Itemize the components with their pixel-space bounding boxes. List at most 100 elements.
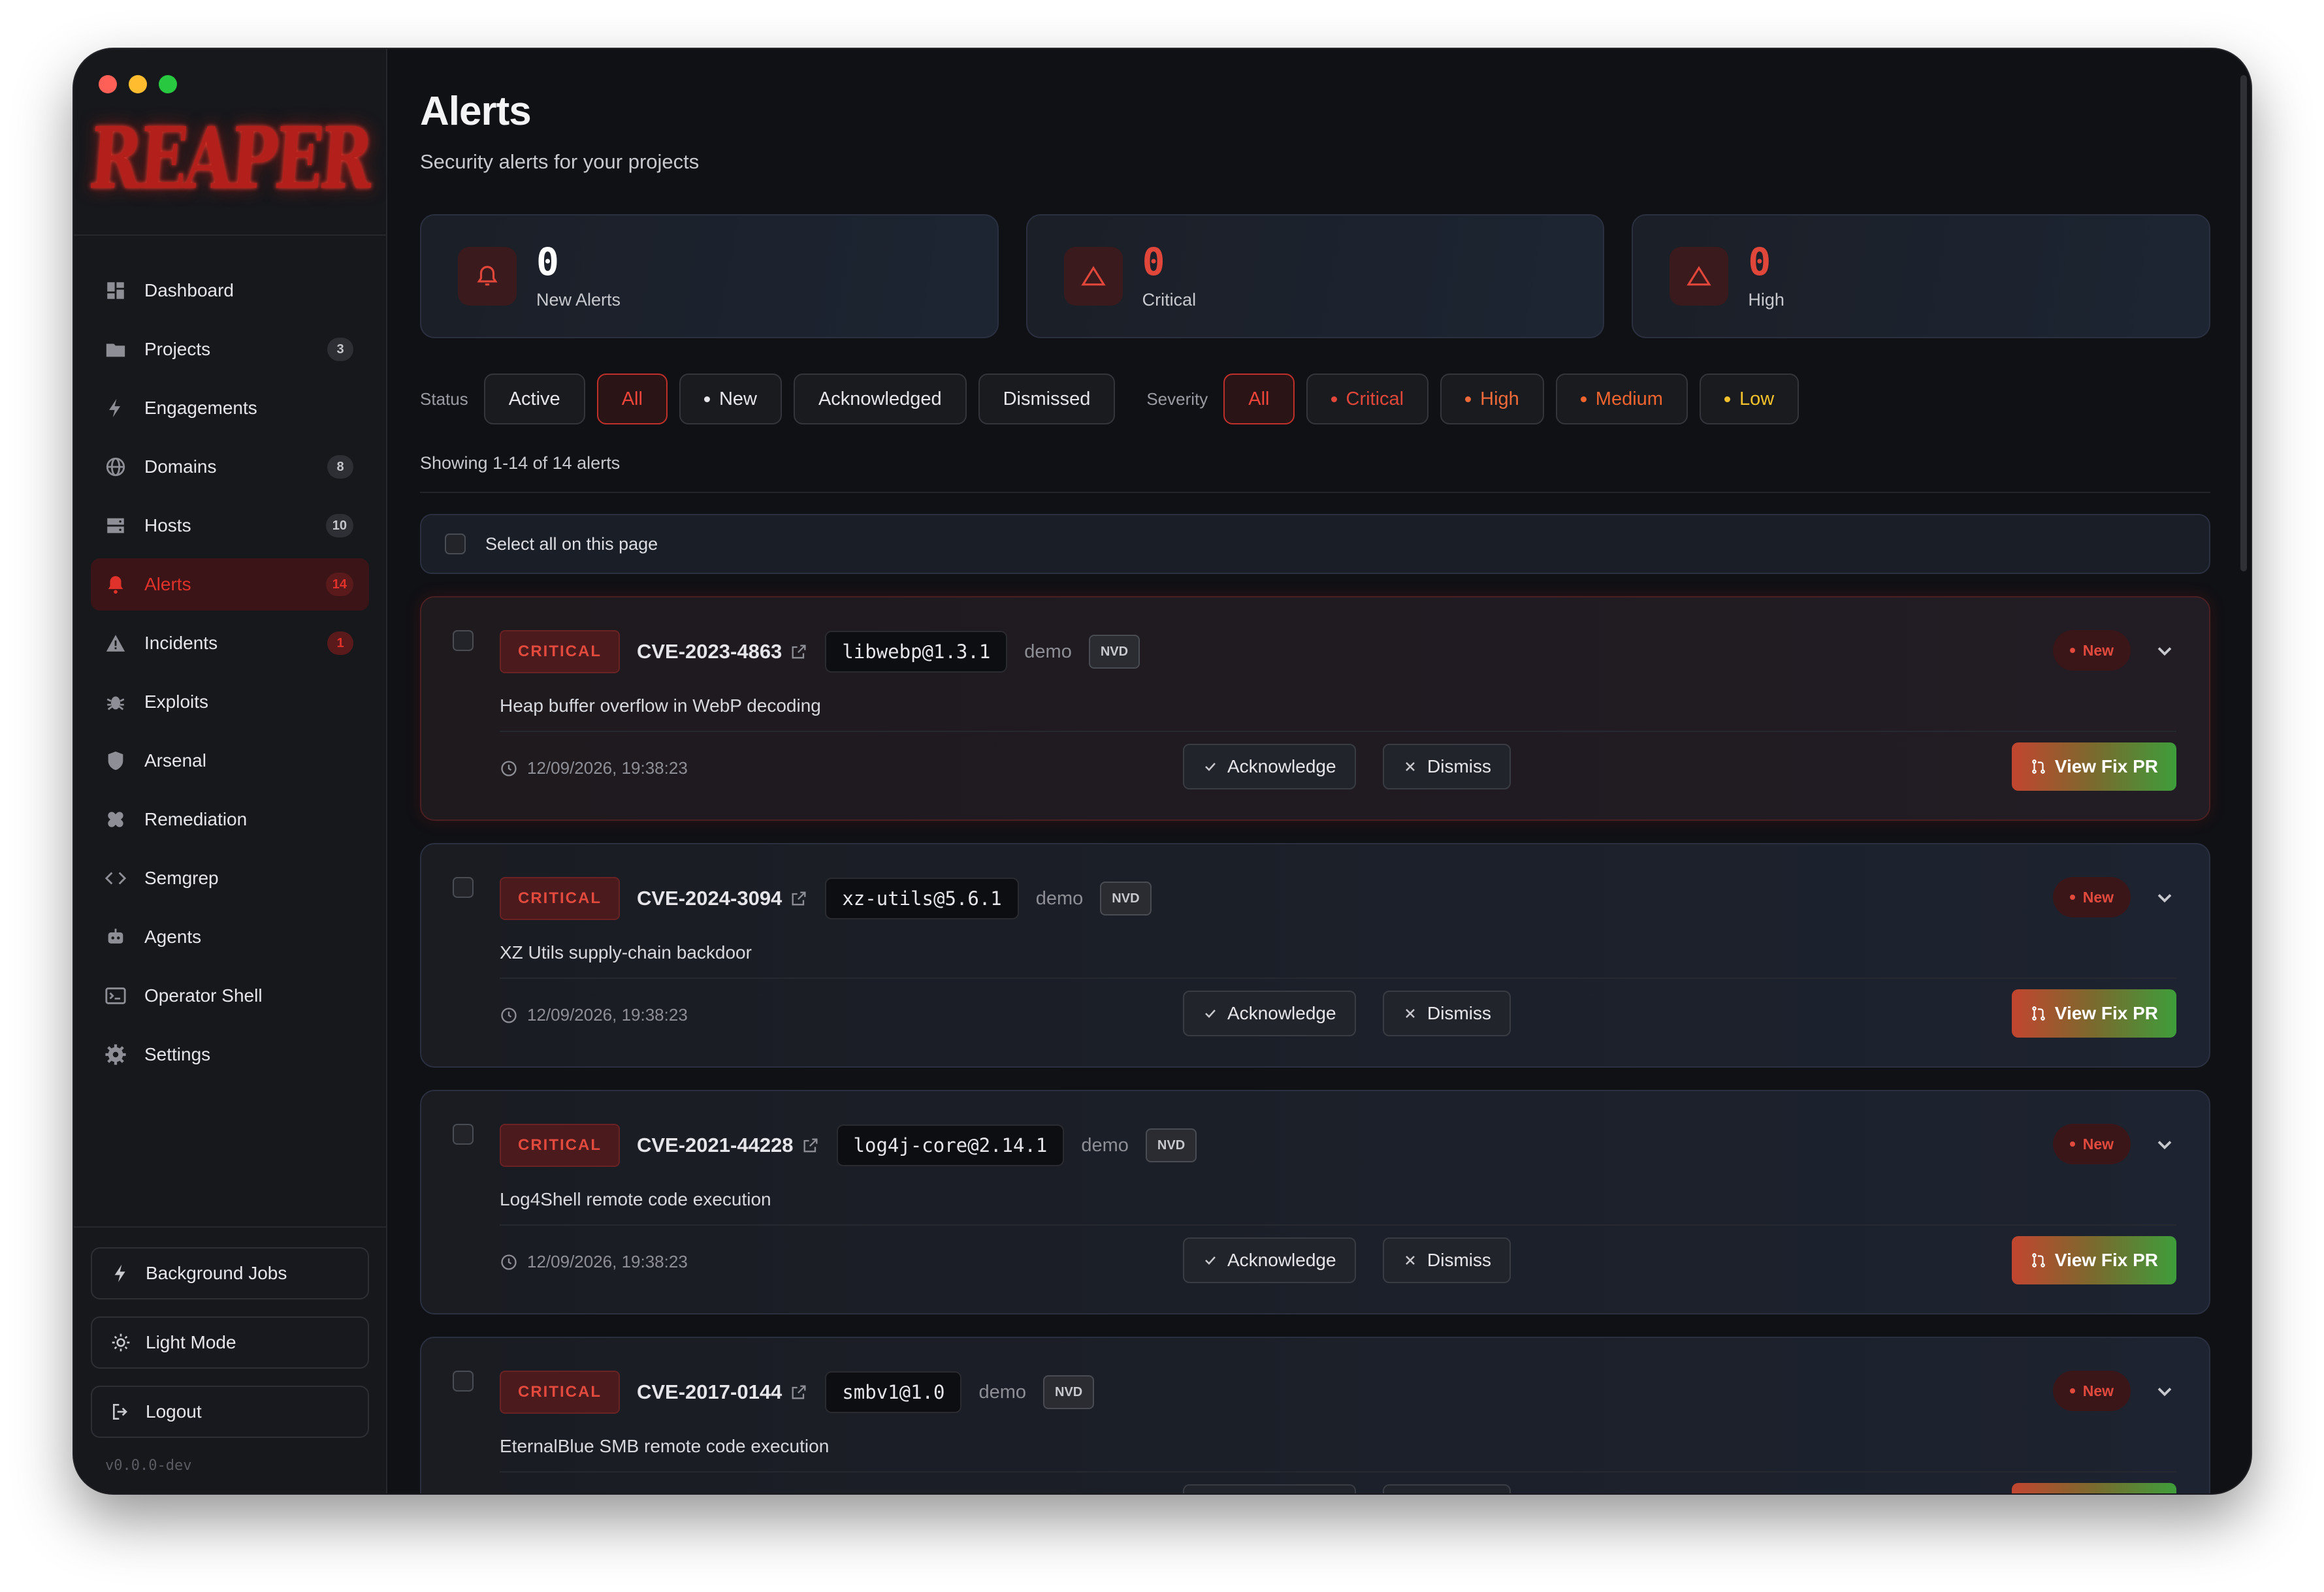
- dismiss-button[interactable]: Dismiss: [1383, 1484, 1511, 1493]
- pull-request-icon: [2032, 759, 2045, 774]
- sidebar-item-semgrep[interactable]: Semgrep: [91, 852, 369, 904]
- sidebar-item-dashboard[interactable]: Dashboard: [91, 264, 369, 317]
- button-label: Dismiss: [1427, 1250, 1491, 1270]
- alert-checkbox[interactable]: [453, 630, 474, 651]
- sidebar-item-label: Agents: [144, 927, 202, 947]
- count-badge: 1: [327, 631, 353, 655]
- code-icon: [104, 867, 127, 890]
- sidebar-item-operator-shell[interactable]: Operator Shell: [91, 970, 369, 1022]
- count-badge: 8: [327, 455, 353, 479]
- dismiss-button[interactable]: Dismiss: [1383, 1237, 1511, 1283]
- dismiss-button[interactable]: Dismiss: [1383, 991, 1511, 1036]
- sun-icon: [110, 1332, 131, 1353]
- bolt-icon: [104, 396, 127, 420]
- severity-filter-low[interactable]: Low: [1699, 374, 1799, 424]
- close-window-button[interactable]: [99, 75, 117, 93]
- package-name: xz-utils@5.6.1: [825, 878, 1019, 919]
- alert-description: Heap buffer overflow in WebP decoding: [500, 695, 2176, 732]
- alerts-list: CRITICAL CVE-2023-4863 libwebp@1.3.1 dem…: [420, 596, 2210, 1493]
- dot-icon: [703, 396, 710, 402]
- dot-icon: [1580, 396, 1587, 402]
- view-fix-pr-button[interactable]: View Fix PR: [2011, 1483, 2176, 1493]
- alert-checkbox[interactable]: [453, 1124, 474, 1145]
- status-filter-dismissed[interactable]: Dismissed: [978, 374, 1116, 424]
- close-icon: [1406, 1009, 1415, 1018]
- view-fix-pr-button[interactable]: View Fix PR: [2011, 1236, 2176, 1284]
- pull-request-icon: [2032, 1006, 2045, 1021]
- severity-badge: CRITICAL: [500, 1124, 620, 1167]
- sidebar-item-hosts[interactable]: Hosts 10: [91, 500, 369, 552]
- acknowledge-button[interactable]: Acknowledge: [1183, 991, 1356, 1036]
- view-fix-pr-button[interactable]: View Fix PR: [2011, 989, 2176, 1038]
- alert-header: CRITICAL CVE-2023-4863 libwebp@1.3.1 dem…: [500, 630, 2176, 673]
- cve-id[interactable]: CVE-2017-0144: [637, 1380, 782, 1404]
- timestamp-text: 12/09/2026, 19:38:23: [527, 758, 688, 778]
- status-filter-active[interactable]: Active: [483, 374, 585, 424]
- alert-checkbox[interactable]: [453, 877, 474, 898]
- acknowledge-button[interactable]: Acknowledge: [1183, 1237, 1356, 1283]
- minimize-window-button[interactable]: [129, 75, 147, 93]
- bandage-icon: [104, 808, 127, 831]
- alert-checkbox[interactable]: [453, 1371, 474, 1392]
- status-filter-new[interactable]: New: [679, 374, 782, 424]
- globe-icon: [104, 455, 127, 479]
- robot-icon: [104, 925, 127, 949]
- severity-filter-all[interactable]: All: [1223, 374, 1295, 424]
- cve-id[interactable]: CVE-2021-44228: [637, 1134, 794, 1157]
- select-all-checkbox[interactable]: [445, 533, 466, 554]
- sidebar-item-incidents[interactable]: Incidents 1: [91, 617, 369, 669]
- chevron-down-icon[interactable]: [2153, 1380, 2176, 1403]
- app-logo[interactable]: REAPER: [86, 108, 374, 208]
- sidebar-item-alerts[interactable]: Alerts 14: [91, 558, 369, 611]
- chip-label: Critical: [1346, 388, 1404, 409]
- dot-icon: [1724, 396, 1730, 402]
- sidebar-item-projects[interactable]: Projects 3: [91, 323, 369, 375]
- dot-icon: [1331, 396, 1337, 402]
- severity-filter-medium[interactable]: Medium: [1555, 374, 1688, 424]
- cve-id[interactable]: CVE-2023-4863: [637, 640, 782, 663]
- acknowledge-button[interactable]: Acknowledge: [1183, 1484, 1356, 1493]
- shield-icon: [104, 749, 127, 772]
- acknowledge-button[interactable]: Acknowledge: [1183, 744, 1356, 789]
- sidebar-item-label: Domains: [144, 456, 217, 477]
- status-filter-acknowledged[interactable]: Acknowledged: [793, 374, 967, 424]
- alert-header: CRITICAL CVE-2021-44228 log4j-core@2.14.…: [500, 1124, 2176, 1167]
- status-label: New: [2082, 888, 2114, 906]
- sidebar-item-domains[interactable]: Domains 8: [91, 441, 369, 493]
- external-link-icon[interactable]: [801, 1136, 820, 1154]
- timestamp: 12/09/2026, 19:38:23: [500, 1005, 688, 1025]
- zoom-window-button[interactable]: [159, 75, 177, 93]
- sidebar-item-settings[interactable]: Settings: [91, 1028, 369, 1081]
- sidebar-item-engagements[interactable]: Engagements: [91, 382, 369, 434]
- severity-filter-critical[interactable]: Critical: [1306, 374, 1429, 424]
- dot-icon: [2069, 1388, 2075, 1393]
- stats-row: 0 New Alerts 0 Critical 0 High: [420, 214, 2211, 338]
- dashboard-icon: [104, 279, 127, 302]
- view-fix-pr-button[interactable]: View Fix PR: [2011, 742, 2176, 791]
- sidebar-item-agents[interactable]: Agents: [91, 911, 369, 963]
- cve-id[interactable]: CVE-2024-3094: [637, 887, 782, 910]
- sidebar-item-remediation[interactable]: Remediation: [91, 793, 369, 846]
- clock-icon: [501, 760, 517, 776]
- button-label: Dismiss: [1427, 1003, 1491, 1023]
- scrollbar[interactable]: [2240, 75, 2247, 571]
- select-all-row[interactable]: Select all on this page: [420, 514, 2210, 574]
- logout-button[interactable]: Logout: [91, 1386, 369, 1438]
- background-jobs-button[interactable]: Background Jobs: [91, 1247, 369, 1299]
- terminal-icon: [104, 984, 127, 1008]
- external-link-icon[interactable]: [790, 1383, 808, 1401]
- sidebar-item-exploits[interactable]: Exploits: [91, 676, 369, 728]
- severity-filter-high[interactable]: High: [1440, 374, 1544, 424]
- chevron-down-icon[interactable]: [2153, 639, 2176, 663]
- external-link-icon[interactable]: [790, 889, 808, 908]
- light-mode-button[interactable]: Light Mode: [91, 1316, 369, 1369]
- sidebar-item-arsenal[interactable]: Arsenal: [91, 735, 369, 787]
- dismiss-button[interactable]: Dismiss: [1383, 744, 1511, 789]
- alert-footer: 12/09/2026, 19:38:23 Acknowledge Dismiss…: [500, 1473, 2176, 1493]
- light-mode-label: Light Mode: [146, 1332, 236, 1352]
- chevron-down-icon[interactable]: [2153, 886, 2176, 910]
- status-filter-all[interactable]: All: [596, 374, 668, 424]
- external-link-icon[interactable]: [790, 643, 808, 661]
- chip-label: High: [1480, 388, 1519, 409]
- chevron-down-icon[interactable]: [2153, 1133, 2176, 1156]
